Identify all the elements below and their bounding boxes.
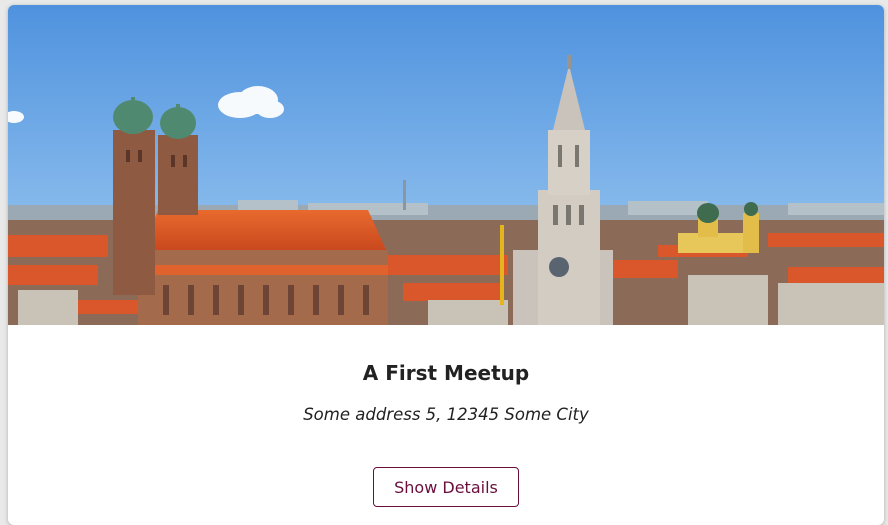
meetup-address: Some address 5, 12345 Some City — [303, 405, 589, 424]
meetup-title: A First Meetup — [362, 361, 530, 385]
meetup-image — [8, 5, 884, 325]
show-details-button[interactable]: Show Details — [373, 467, 519, 507]
meetup-card: A First Meetup Some address 5, 12345 Som… — [8, 5, 884, 525]
